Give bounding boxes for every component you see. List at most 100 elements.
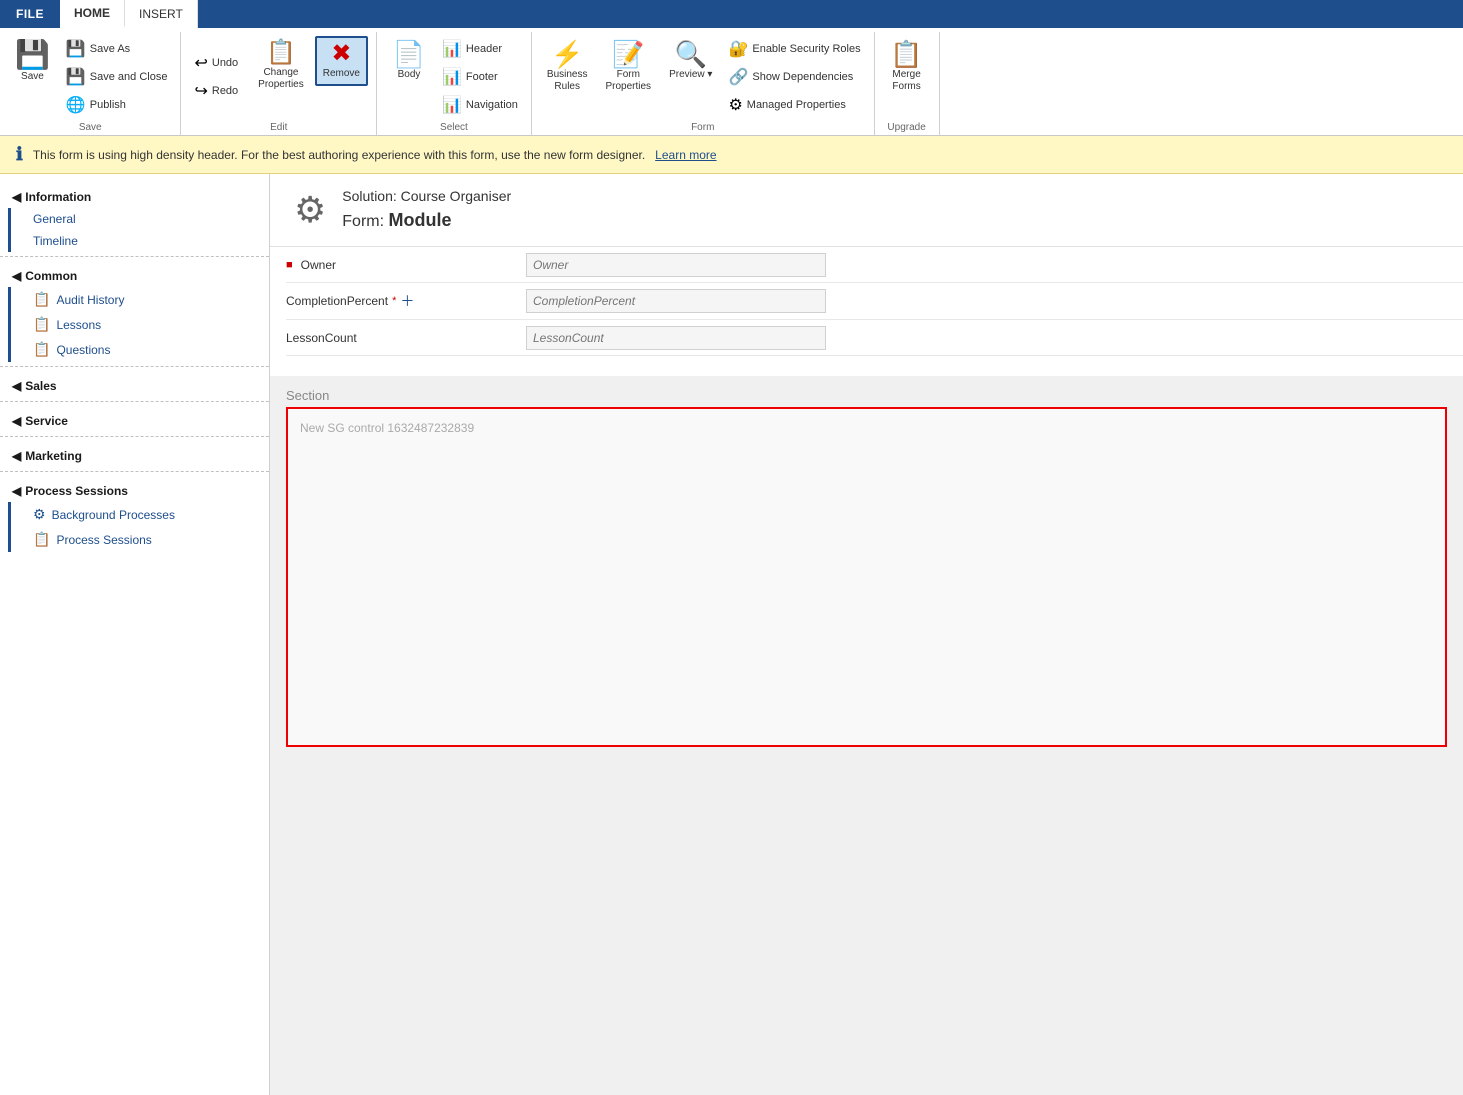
change-properties-button[interactable]: 📋 ChangeProperties <box>251 36 311 96</box>
sg-control-placeholder: New SG control 1632487232839 <box>296 417 1437 439</box>
managed-properties-icon: ⚙ <box>728 95 742 115</box>
preview-label: Preview ▾ <box>669 69 712 81</box>
save-button[interactable]: 💾 Save <box>8 36 57 88</box>
show-dependencies-button[interactable]: 🔗 Show Dependencies <box>723 64 865 90</box>
navigation-icon: 📊 <box>442 95 462 115</box>
completion-required: * <box>392 295 396 307</box>
form-properties-button[interactable]: 📝 FormProperties <box>598 36 658 98</box>
undo-label: Undo <box>212 57 238 69</box>
publish-button[interactable]: 🌐 Publish <box>61 92 173 118</box>
ribbon-group-save: 💾 Save 💾 Save As 💾 Save and Close 🌐 Publ… <box>0 32 181 135</box>
sidebar-item-questions[interactable]: 📋 Questions <box>8 337 269 362</box>
common-title: Common <box>25 269 77 283</box>
sidebar-item-timeline[interactable]: Timeline <box>8 230 269 252</box>
field-input-lessoncount[interactable] <box>526 326 826 350</box>
sidebar: ◀ Information General Timeline ◀ Common … <box>0 174 270 1095</box>
sidebar-item-process-sessions[interactable]: 📋 Process Sessions <box>8 527 269 552</box>
form-name: Module <box>389 210 452 230</box>
divider-1 <box>0 256 269 257</box>
sidebar-item-general[interactable]: General <box>8 208 269 230</box>
ribbon-group-select-content: 📄 Body 📊 Header 📊 Footer 📊 Navigation <box>385 36 523 118</box>
remove-icon: ✖ <box>331 42 351 66</box>
field-input-completion[interactable] <box>526 289 826 313</box>
marketing-arrow: ◀ <box>12 449 21 463</box>
redo-button[interactable]: ↪ Redo <box>189 78 243 104</box>
tab-file[interactable]: FILE <box>0 0 60 28</box>
edit-group-label: Edit <box>270 118 287 133</box>
sidebar-item-background-processes[interactable]: ⚙ Background Processes <box>8 502 269 527</box>
service-title: Service <box>25 414 68 428</box>
merge-forms-button[interactable]: 📋 MergeForms <box>883 36 931 98</box>
form-properties-icon: 📝 <box>612 41 644 67</box>
sidebar-item-audit-history[interactable]: 📋 Audit History <box>8 287 269 312</box>
info-icon: ℹ <box>16 144 23 165</box>
undo-icon: ↩ <box>194 53 207 73</box>
completion-label-text: CompletionPercent <box>286 294 388 308</box>
save-close-button[interactable]: 💾 Save and Close <box>61 64 173 90</box>
questions-label: Questions <box>56 343 110 357</box>
sidebar-item-lessons[interactable]: 📋 Lessons <box>8 312 269 337</box>
managed-properties-label: Managed Properties <box>747 99 846 111</box>
remove-button[interactable]: ✖ Remove <box>315 36 368 86</box>
preview-button[interactable]: 🔍 Preview ▾ <box>662 36 719 86</box>
background-processes-label: Background Processes <box>52 508 175 522</box>
field-row-lessoncount: LessonCount <box>286 320 1463 356</box>
show-dependencies-label: Show Dependencies <box>752 71 853 83</box>
form-header-solution: Solution: Course Organiser <box>342 186 511 207</box>
save-as-label: Save As <box>90 43 130 55</box>
body-label: Body <box>398 69 421 81</box>
form-group-label: Form <box>691 118 714 133</box>
notification-text: This form is using high density header. … <box>33 148 645 162</box>
divider-5 <box>0 471 269 472</box>
lessoncount-label-text: LessonCount <box>286 331 357 345</box>
footer-button[interactable]: 📊 Footer <box>437 64 523 90</box>
tab-home[interactable]: HOME <box>60 0 125 28</box>
save-as-icon: 💾 <box>66 39 86 59</box>
general-label: General <box>33 212 76 226</box>
field-row-completion: CompletionPercent * ＋ <box>286 283 1463 320</box>
navigation-button[interactable]: 📊 Navigation <box>437 92 523 118</box>
field-input-owner[interactable] <box>526 253 826 277</box>
sidebar-section-marketing[interactable]: ◀ Marketing <box>0 441 269 467</box>
information-title: Information <box>25 190 91 204</box>
learn-more-link[interactable]: Learn more <box>655 148 716 162</box>
business-rules-button[interactable]: ⚡ BusinessRules <box>540 36 595 98</box>
divider-2 <box>0 366 269 367</box>
ribbon-group-save-content: 💾 Save 💾 Save As 💾 Save and Close 🌐 Publ… <box>8 36 172 118</box>
change-properties-icon: 📋 <box>266 41 296 65</box>
enable-security-roles-button[interactable]: 🔐 Enable Security Roles <box>723 36 865 62</box>
show-dependencies-icon: 🔗 <box>728 67 748 87</box>
process-sessions-title: Process Sessions <box>25 484 128 498</box>
ribbon-group-upgrade: 📋 MergeForms Upgrade <box>875 32 940 135</box>
form-header-form: Form: Module <box>342 207 511 234</box>
header-button[interactable]: 📊 Header <box>437 36 523 62</box>
sidebar-section-service[interactable]: ◀ Service <box>0 406 269 432</box>
tab-insert[interactable]: INSERT <box>125 0 198 28</box>
save-small-col: 💾 Save As 💾 Save and Close 🌐 Publish <box>61 36 173 118</box>
owner-label-text: Owner <box>301 258 336 272</box>
solution-label: Solution: <box>342 188 396 204</box>
timeline-label: Timeline <box>33 234 78 248</box>
field-label-completion: CompletionPercent * ＋ <box>286 283 526 319</box>
sidebar-section-information[interactable]: ◀ Information <box>0 182 269 208</box>
field-input-completion-wrapper <box>526 289 826 313</box>
owner-red-dot: ■ <box>286 259 293 271</box>
navigation-label: Navigation <box>466 99 518 111</box>
form-small-col: 🔐 Enable Security Roles 🔗 Show Dependenc… <box>723 36 865 118</box>
divider-4 <box>0 436 269 437</box>
ribbon-group-form: ⚡ BusinessRules 📝 FormProperties 🔍 Previ… <box>532 32 875 135</box>
ribbon-group-edit-content: ↩ Undo ↪ Redo 📋 ChangeProperties ✖ Remov… <box>189 36 368 118</box>
sidebar-section-process-sessions[interactable]: ◀ Process Sessions <box>0 476 269 502</box>
managed-properties-button[interactable]: ⚙ Managed Properties <box>723 92 865 118</box>
sg-control-area[interactable]: New SG control 1632487232839 <box>286 407 1447 747</box>
undo-button[interactable]: ↩ Undo <box>189 50 243 76</box>
save-as-button[interactable]: 💾 Save As <box>61 36 173 62</box>
sidebar-section-sales[interactable]: ◀ Sales <box>0 371 269 397</box>
sidebar-section-common[interactable]: ◀ Common <box>0 261 269 287</box>
service-arrow: ◀ <box>12 414 21 428</box>
edit-small-col: ↩ Undo ↪ Redo <box>189 50 243 104</box>
field-row-owner: ■ Owner <box>286 247 1463 283</box>
completion-add-btn[interactable]: ＋ <box>400 291 414 311</box>
merge-forms-label: MergeForms <box>892 69 920 93</box>
body-button[interactable]: 📄 Body <box>385 36 433 86</box>
